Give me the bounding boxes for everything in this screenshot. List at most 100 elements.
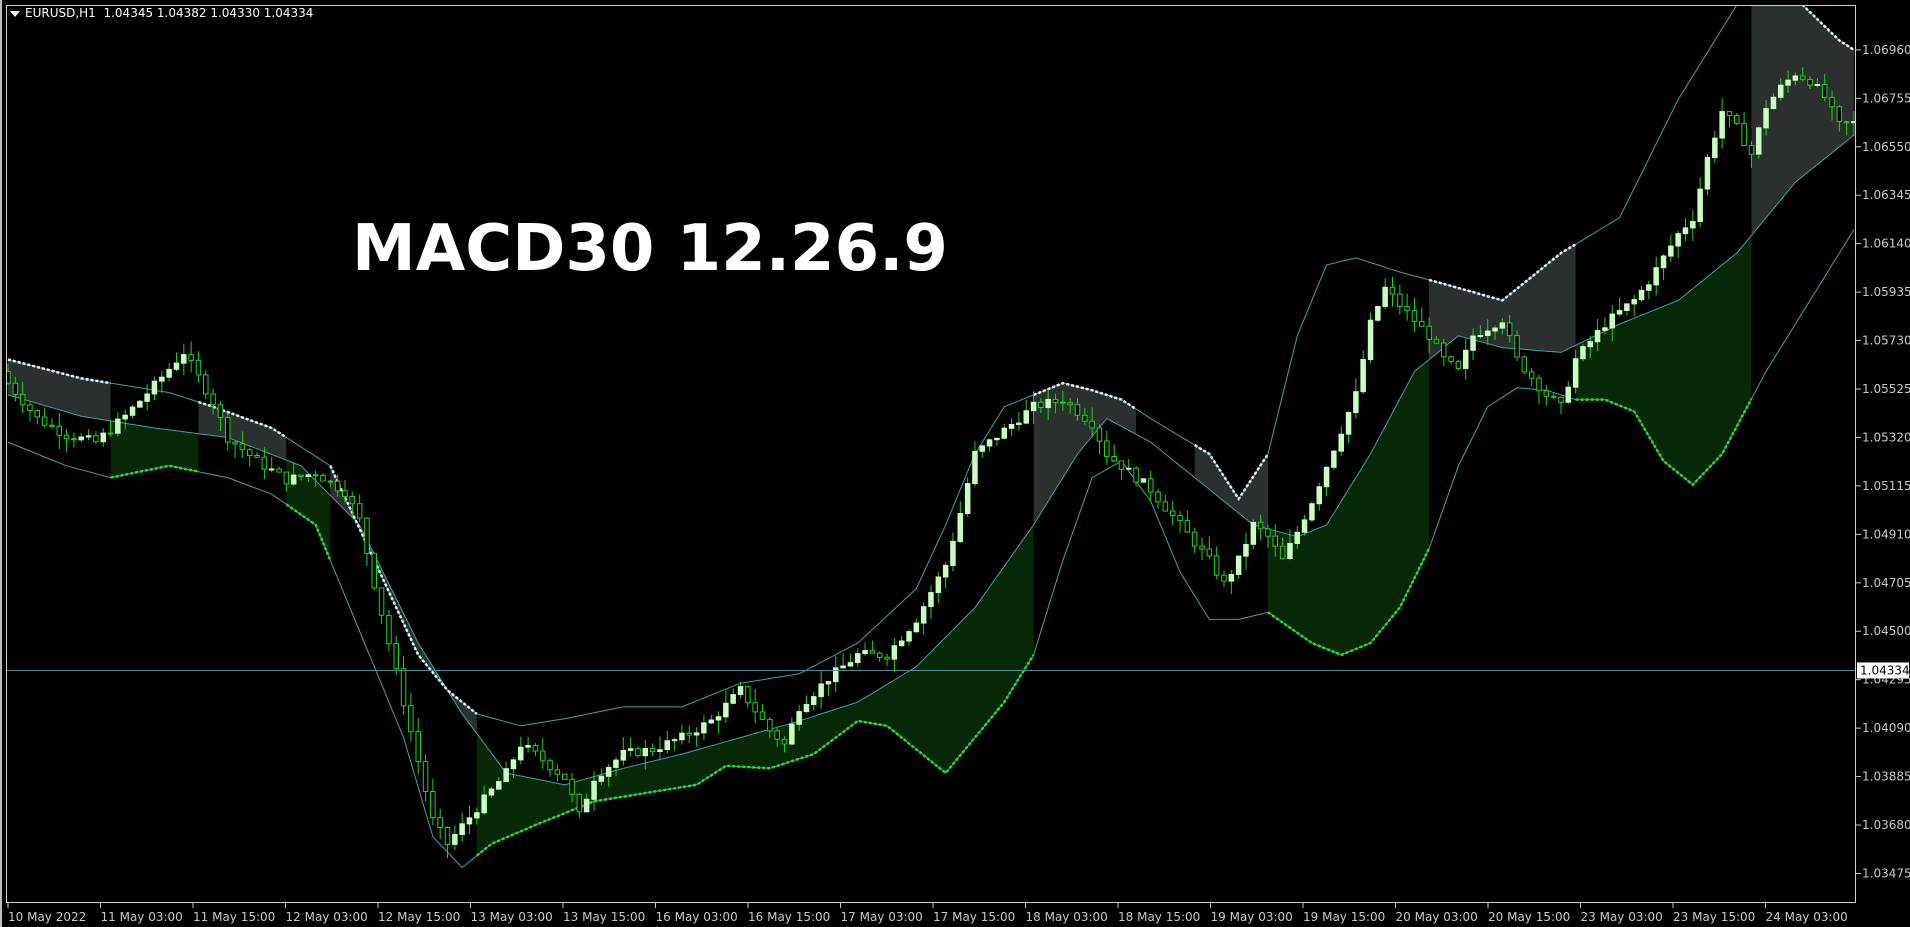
candle-body: [642, 748, 648, 757]
x-tick-label: 20 May 15:00: [1488, 910, 1570, 924]
candle-body: [942, 564, 949, 578]
candle-body: [1792, 75, 1799, 81]
candle-body: [994, 437, 1000, 441]
chart-root: 1.06960 1.06755 1.06550 1.06345 1.06140 1.059…: [0, 0, 1910, 927]
candle-body: [1104, 440, 1110, 457]
candle-body: [1433, 339, 1440, 344]
candle-body: [225, 417, 231, 443]
candle-body: [759, 711, 766, 720]
x-tick-label: 23 May 15:00: [1673, 910, 1755, 924]
candle-body: [239, 443, 246, 451]
candle-body: [613, 759, 619, 768]
candle-body: [1126, 467, 1132, 470]
candle-body: [1170, 510, 1176, 516]
symbol-label: EURUSD,H1: [25, 6, 96, 20]
candle-body: [1719, 111, 1725, 139]
candle-body: [312, 474, 319, 477]
candle-body: [510, 759, 517, 770]
candle-body: [1756, 127, 1762, 155]
candle-body: [906, 631, 912, 642]
candle-body: [290, 474, 297, 485]
candle-body: [1353, 391, 1359, 414]
candle-body: [884, 656, 890, 660]
candle-body: [1052, 398, 1059, 403]
x-tick-label: 17 May 03:00: [841, 910, 923, 924]
dropdown-triangle-icon[interactable]: [10, 10, 20, 17]
candle-body: [569, 778, 575, 795]
candle-body: [466, 817, 473, 825]
candle-body: [430, 791, 436, 818]
x-tick-label: 12 May 03:00: [286, 910, 368, 924]
candle-body: [1455, 360, 1462, 369]
candle-body: [1082, 414, 1088, 422]
candle-body: [913, 622, 920, 633]
candle-body: [1785, 79, 1791, 86]
candle-body: [1162, 501, 1169, 512]
candle-body: [1763, 108, 1769, 129]
candle-body: [1060, 401, 1066, 404]
candle-body: [869, 650, 876, 654]
candle-body: [247, 449, 253, 457]
candle-body: [964, 483, 971, 515]
candle-body: [1712, 137, 1718, 159]
candle-body: [679, 732, 685, 741]
candle-body: [1257, 521, 1264, 530]
candle-body: [49, 424, 55, 427]
candle-body: [63, 434, 70, 440]
candle-body: [1309, 503, 1315, 521]
candle-body: [1382, 286, 1388, 307]
candle-body: [1367, 319, 1374, 361]
candle-body: [1726, 111, 1733, 116]
x-tick-label: 11 May 15:00: [193, 910, 275, 924]
x-tick-label: 19 May 15:00: [1303, 910, 1385, 924]
candle-body: [1748, 145, 1755, 155]
candle-body: [1499, 322, 1506, 329]
candle-body: [1558, 396, 1564, 403]
candle-body: [474, 812, 480, 819]
candle-body: [1668, 245, 1674, 257]
candle-body: [1741, 122, 1747, 147]
candle-body: [1807, 78, 1813, 86]
candle-body: [1096, 427, 1103, 442]
candle-body: [1528, 371, 1535, 379]
y-tick-label: 1.05730: [1862, 334, 1910, 348]
candle-body: [686, 732, 692, 736]
candle-body: [1272, 535, 1278, 547]
candle-body: [715, 716, 722, 721]
candle-body: [1111, 456, 1117, 462]
candle-body: [774, 730, 780, 740]
x-tick-label: 17 May 15:00: [933, 910, 1015, 924]
candle-body: [1133, 467, 1139, 483]
candle-body: [488, 788, 495, 796]
y-tick-label: 1.05320: [1862, 430, 1910, 444]
candle-body: [1148, 478, 1154, 493]
candle-body: [562, 773, 568, 780]
candle-body: [1074, 404, 1081, 416]
candle-body: [701, 722, 707, 734]
candle-body: [532, 745, 539, 752]
candle-body: [503, 768, 509, 783]
candle-body: [1631, 299, 1637, 305]
candle-body: [1829, 96, 1835, 108]
candle-body: [1008, 424, 1015, 429]
candle-body: [122, 414, 128, 420]
candle-body: [1543, 390, 1550, 397]
candle-body: [1397, 293, 1403, 308]
candle-body: [986, 439, 993, 447]
candle-body: [1485, 330, 1491, 336]
candle-body: [1770, 96, 1777, 110]
candle-body: [730, 694, 736, 704]
candle-body: [254, 455, 260, 458]
candle-body: [1550, 395, 1557, 398]
candle-body: [833, 667, 839, 683]
candle-body: [188, 354, 194, 361]
candle-body: [847, 662, 854, 667]
x-tick-label: 11 May 03:00: [101, 910, 183, 924]
candle-body: [444, 827, 451, 845]
candle-body: [935, 576, 942, 594]
candle-body: [1199, 545, 1205, 550]
price-chart[interactable]: 1.06960 1.06755 1.06550 1.06345 1.06140 1.059…: [0, 0, 1910, 927]
candle-body: [144, 393, 150, 402]
candle-body: [305, 474, 312, 477]
candle-body: [1067, 402, 1073, 406]
